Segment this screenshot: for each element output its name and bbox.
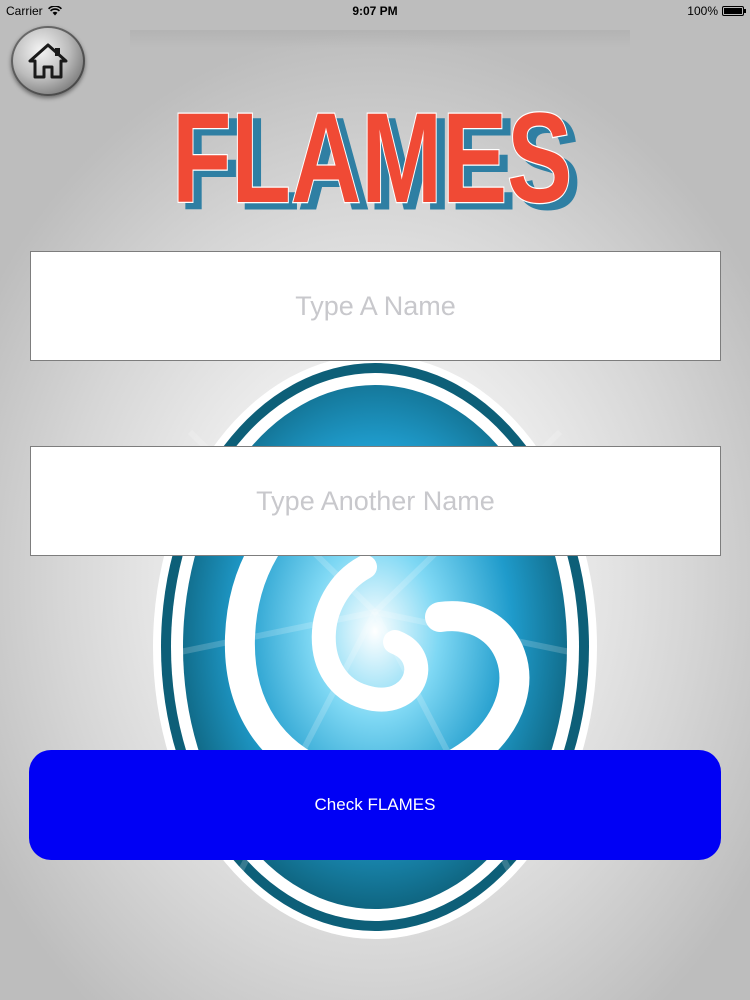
home-button[interactable] <box>11 26 85 96</box>
battery-percent: 100% <box>687 4 718 18</box>
status-bar: Carrier 9:07 PM 100% <box>0 0 750 22</box>
top-shade <box>130 30 630 48</box>
status-time: 9:07 PM <box>352 4 398 18</box>
check-flames-button[interactable]: Check FLAMES <box>29 750 721 860</box>
battery-indicator: 100% <box>687 4 746 18</box>
flames-logo: FLAMES FLAMES <box>171 86 582 224</box>
house-icon <box>28 43 68 79</box>
logo-text: FLAMES <box>172 87 572 224</box>
first-name-input[interactable] <box>30 251 721 361</box>
second-name-input[interactable] <box>30 446 721 556</box>
battery-fill <box>724 8 742 14</box>
battery-icon <box>722 6 746 16</box>
